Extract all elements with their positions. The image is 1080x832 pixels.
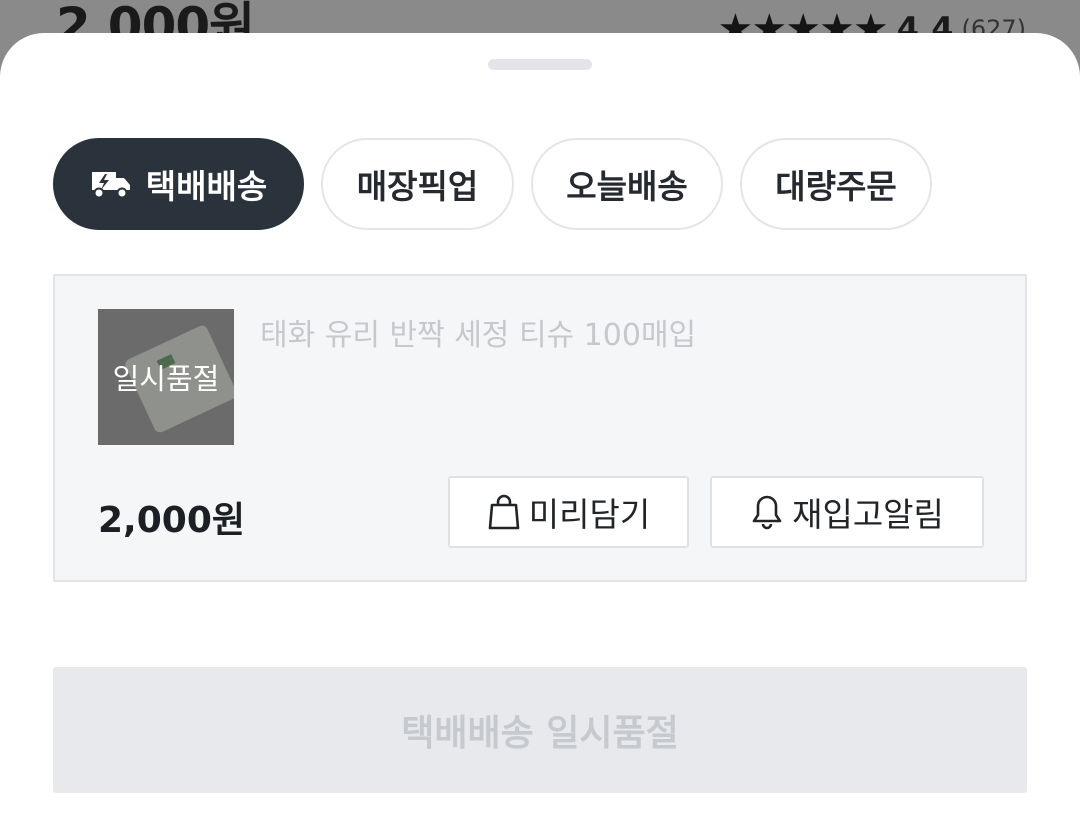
bottom-sheet: 택배배송 매장픽업 오늘배송 대량주문 일시품절 태화 유리 반짝 세정 티슈 … xyxy=(0,33,1080,832)
product-thumbnail[interactable]: 일시품절 xyxy=(98,309,234,445)
sold-out-overlay: 일시품절 xyxy=(112,362,220,396)
product-card: 일시품절 태화 유리 반짝 세정 티슈 100매입 2,000원 미리담기 재입… xyxy=(53,274,1027,582)
tab-store-pickup[interactable]: 매장픽업 xyxy=(321,138,514,230)
tab-label: 택배배송 xyxy=(145,167,268,206)
bell-icon xyxy=(750,493,784,531)
tab-bulk-order[interactable]: 대량주문 xyxy=(740,138,932,230)
shopping-bag-icon xyxy=(487,493,521,531)
delivery-tabs: 택배배송 매장픽업 오늘배송 대량주문 xyxy=(53,138,949,230)
tab-parcel-delivery[interactable]: 택배배송 xyxy=(53,138,304,230)
tab-label: 오늘배송 xyxy=(566,167,688,206)
restock-alert-label: 재입고알림 xyxy=(792,495,944,534)
tab-today-delivery[interactable]: 오늘배송 xyxy=(531,138,723,230)
restock-alert-button[interactable]: 재입고알림 xyxy=(710,476,984,548)
product-price: 2,000원 xyxy=(98,500,245,541)
tab-label: 대량주문 xyxy=(775,167,897,206)
sheet-drag-handle[interactable] xyxy=(488,59,592,70)
tab-label: 매장픽업 xyxy=(356,167,479,206)
product-name: 태화 유리 반짝 세정 티슈 100매입 xyxy=(260,318,697,353)
preorder-label: 미리담기 xyxy=(528,495,651,534)
delivery-truck-icon xyxy=(90,168,132,200)
preorder-button[interactable]: 미리담기 xyxy=(448,476,689,548)
sold-out-cta-button[interactable]: 택배배송 일시품절 xyxy=(53,667,1027,793)
